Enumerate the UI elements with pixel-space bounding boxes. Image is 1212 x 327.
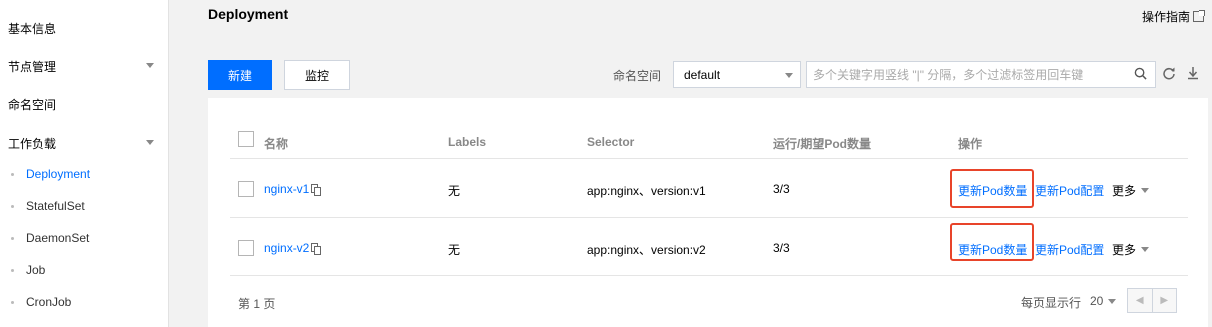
column-header-labels: Labels xyxy=(448,135,487,149)
row-checkbox[interactable] xyxy=(238,240,254,256)
sidebar-item-namespace[interactable]: 命名空间 xyxy=(0,85,168,123)
bullet-icon xyxy=(11,301,14,304)
download-icon[interactable] xyxy=(1186,66,1200,80)
create-button[interactable]: 新建 xyxy=(208,60,272,90)
chevron-down-icon xyxy=(1141,188,1150,193)
labels-cell: 无 xyxy=(448,243,461,257)
select-all-checkbox[interactable] xyxy=(238,131,254,147)
deployment-name-link[interactable]: nginx-v2 xyxy=(264,241,309,255)
bullet-icon xyxy=(11,173,14,176)
selector-cell: app:nginx、version:v1 xyxy=(587,184,706,198)
search-input[interactable] xyxy=(807,62,1127,87)
column-header-actions: 操作 xyxy=(958,137,983,151)
column-header-pods: 运行/期望Pod数量 xyxy=(773,137,871,151)
sidebar-item-job[interactable]: Job xyxy=(0,256,168,284)
sidebar-item-cronjob[interactable]: CronJob xyxy=(0,288,168,316)
sidebar-item-deployment[interactable]: Deployment xyxy=(0,160,168,188)
more-label: 更多 xyxy=(1112,243,1137,257)
prev-page-icon[interactable]: ◀ xyxy=(1128,289,1152,312)
sidebar-item-basic-info[interactable]: 基本信息 xyxy=(0,9,168,47)
page-title: Deployment xyxy=(208,6,289,22)
update-pod-config-link[interactable]: 更新Pod配置 xyxy=(1035,241,1104,258)
chevron-down-icon xyxy=(1108,298,1117,304)
more-dropdown[interactable]: 更多 xyxy=(1112,182,1150,199)
sidebar-item-label: 基本信息 xyxy=(8,21,57,36)
refresh-icon[interactable] xyxy=(1162,66,1176,80)
page-size-select[interactable]: 20 xyxy=(1090,294,1117,308)
search-icon[interactable] xyxy=(1134,67,1147,80)
pagination: ◀ ▶ xyxy=(1127,288,1177,313)
divider xyxy=(230,275,1188,276)
selector-cell: app:nginx、version:v2 xyxy=(587,243,706,257)
namespace-select[interactable]: default xyxy=(673,61,801,88)
divider xyxy=(230,217,1188,218)
sidebar-item-label: 工作负载 xyxy=(8,136,57,151)
chevron-down-icon xyxy=(785,73,793,78)
row-checkbox[interactable] xyxy=(238,181,254,197)
table-panel xyxy=(208,98,1208,327)
next-page-icon[interactable]: ▶ xyxy=(1151,289,1177,312)
bullet-icon xyxy=(11,269,14,272)
sidebar-item-daemonset[interactable]: DaemonSet xyxy=(0,224,168,252)
sidebar-item-statefulset[interactable]: StatefulSet xyxy=(0,192,168,220)
chevron-down-icon xyxy=(146,63,154,68)
column-header-selector: Selector xyxy=(587,135,635,149)
external-link-icon xyxy=(1193,10,1205,22)
copy-icon[interactable] xyxy=(311,242,322,255)
sidebar-item-label: DaemonSet xyxy=(26,231,90,245)
sidebar-item-workload[interactable]: 工作负载 xyxy=(0,124,168,162)
bullet-icon xyxy=(11,237,14,240)
column-header-name: 名称 xyxy=(264,137,289,151)
deployment-name-link[interactable]: nginx-v1 xyxy=(264,182,309,196)
sidebar-item-label: Job xyxy=(26,263,46,277)
sidebar-item-label: 命名空间 xyxy=(8,97,57,112)
more-dropdown[interactable]: 更多 xyxy=(1112,241,1150,258)
search-box xyxy=(806,61,1156,88)
page-size-value: 20 xyxy=(1090,294,1104,308)
highlight-annotation xyxy=(950,223,1034,261)
pods-cell: 3/3 xyxy=(773,241,790,255)
page-indicator: 第 1 页 xyxy=(238,297,276,311)
sidebar-item-label: StatefulSet xyxy=(26,199,85,213)
highlight-annotation xyxy=(950,169,1034,208)
sidebar-item-label: 节点管理 xyxy=(8,59,57,74)
sidebar-item-label: CronJob xyxy=(26,295,72,309)
copy-icon[interactable] xyxy=(311,183,322,196)
sidebar-item-label: Deployment xyxy=(26,167,91,181)
per-page-label: 每页显示行 xyxy=(1021,296,1082,310)
more-label: 更多 xyxy=(1112,184,1137,198)
bullet-icon xyxy=(11,205,14,208)
name-cell: nginx-v2 xyxy=(264,241,322,255)
name-cell: nginx-v1 xyxy=(264,182,322,196)
update-pod-config-link[interactable]: 更新Pod配置 xyxy=(1035,182,1104,199)
chevron-down-icon xyxy=(146,140,154,145)
divider xyxy=(230,158,1188,159)
namespace-label: 命名空间 xyxy=(613,69,662,83)
guide-label: 操作指南 xyxy=(1141,10,1190,24)
namespace-value: default xyxy=(684,67,721,82)
sidebar: 基本信息 节点管理 命名空间 工作负载 Deployment StatefulS… xyxy=(0,0,169,327)
sidebar-item-node-management[interactable]: 节点管理 xyxy=(0,47,168,85)
pods-cell: 3/3 xyxy=(773,182,790,196)
chevron-down-icon xyxy=(1141,247,1150,252)
labels-cell: 无 xyxy=(448,184,461,198)
monitor-button[interactable]: 监控 xyxy=(284,60,350,90)
guide-link[interactable]: 操作指南 xyxy=(1141,8,1205,25)
